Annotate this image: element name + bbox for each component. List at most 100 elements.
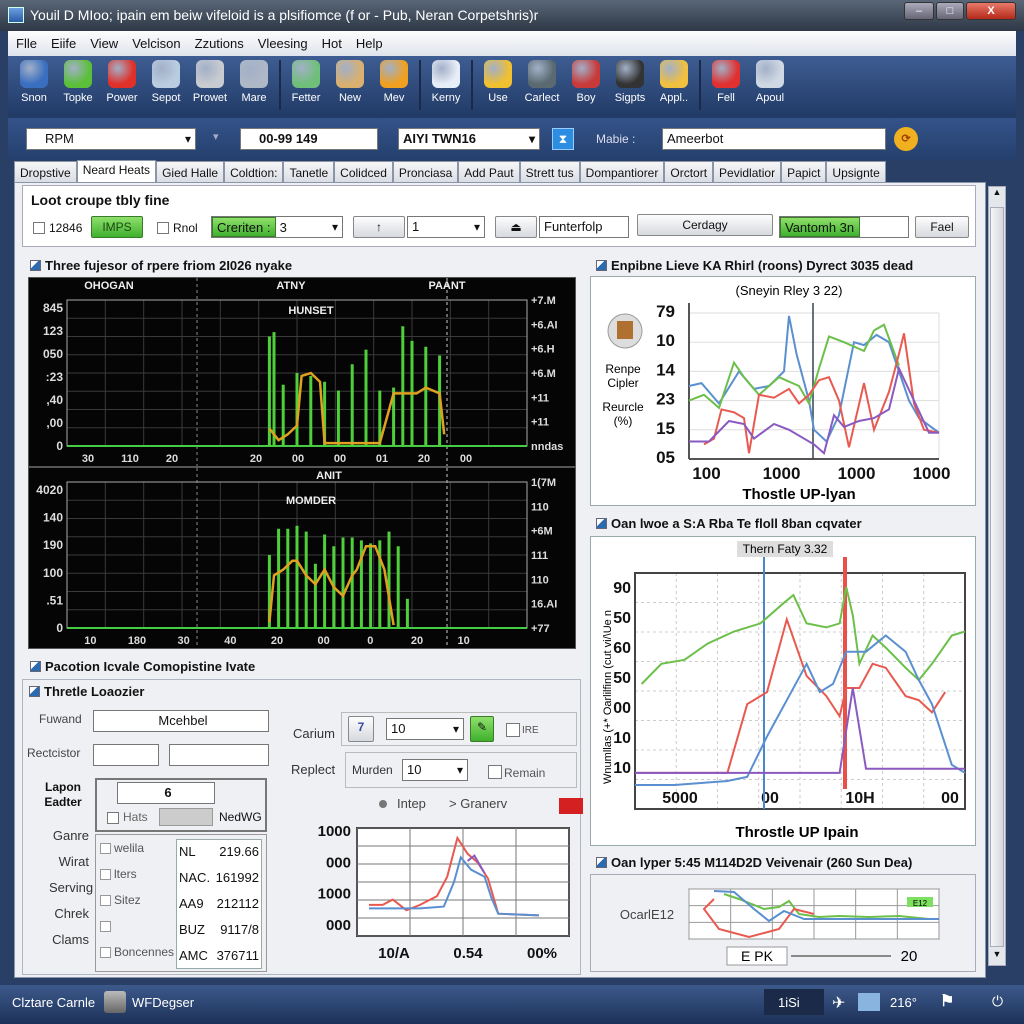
menu-flle[interactable]: Flle xyxy=(16,36,37,51)
tab-coldtion[interactable]: Coldtion: xyxy=(224,161,284,183)
taskbar-app[interactable]: WFDegser xyxy=(132,995,194,1010)
slider-left-label: E PK xyxy=(741,948,774,964)
eject-button[interactable]: ⏏ xyxy=(495,216,537,238)
search-input[interactable]: Ameerbot xyxy=(662,128,886,150)
toolbar-button-sigpts[interactable]: Sigpts xyxy=(608,56,652,104)
list-item[interactable]: Sitez xyxy=(100,893,170,919)
fael-button[interactable]: Fael xyxy=(915,216,969,238)
color-swatch[interactable] xyxy=(559,798,583,814)
hats-checkbox[interactable] xyxy=(107,812,119,824)
checkbox-rnol[interactable] xyxy=(157,222,169,234)
murden-select[interactable]: 10 xyxy=(402,759,468,781)
scroll-up-icon[interactable]: ▲ xyxy=(989,187,1005,203)
status-field[interactable]: Vantomh 3n xyxy=(779,216,909,238)
lapon-field[interactable]: 6 xyxy=(117,782,215,804)
app-taskbar-icon[interactable] xyxy=(104,991,126,1013)
close-button[interactable]: X xyxy=(966,2,1016,20)
menu-zzutions[interactable]: Zzutions xyxy=(195,36,244,51)
menu-view[interactable]: View xyxy=(90,36,118,51)
list-checkbox[interactable] xyxy=(100,947,111,958)
vertical-scrollbar[interactable]: ▲ ▼ xyxy=(988,186,1006,966)
list-item[interactable] xyxy=(100,919,170,945)
minimize-button[interactable]: – xyxy=(904,2,934,20)
cerdagy-button[interactable]: Cerdagy xyxy=(637,214,773,236)
mode-select[interactable]: AIYI TWN16 xyxy=(398,128,540,150)
side-label: Wirat xyxy=(58,854,89,869)
toolbar-button-snon[interactable]: Snon xyxy=(12,56,56,104)
scroll-down-icon[interactable]: ▼ xyxy=(989,949,1005,965)
list-checkbox[interactable] xyxy=(100,921,111,932)
list-item[interactable]: Boncennes xyxy=(100,945,174,971)
toolbar-button-fetter[interactable]: Fetter xyxy=(284,56,328,104)
toolbar-button-mev[interactable]: Mev xyxy=(372,56,416,104)
fuwand-field[interactable]: Mcehbel xyxy=(93,710,269,732)
ire-checkbox[interactable] xyxy=(506,723,520,737)
power-icon[interactable]: ⏻ xyxy=(992,993,1003,1010)
filter-field[interactable]: Funterfolp xyxy=(539,216,629,238)
tab-papict[interactable]: Papict xyxy=(781,161,827,183)
start-button[interactable]: Clztare Carnle xyxy=(12,995,95,1010)
network-icon[interactable]: ✈ xyxy=(832,993,845,1013)
carium-select[interactable]: 10 xyxy=(386,718,464,740)
tab-addpaut[interactable]: Add Paut xyxy=(458,161,520,183)
menu-hot[interactable]: Hot xyxy=(322,36,342,51)
rectcistor-field-2[interactable] xyxy=(169,744,269,766)
list-checkbox[interactable] xyxy=(100,869,111,880)
toolbar-button-topke[interactable]: Topke xyxy=(56,56,100,104)
tab-stretttus[interactable]: Strett tus xyxy=(519,161,580,183)
section-heading: Oan lyper 5:45 M114D2D Veivenair (260 Su… xyxy=(596,855,912,870)
pen-icon xyxy=(64,60,92,88)
toolbar-button-sepot[interactable]: Sepot xyxy=(144,56,188,104)
toolbar-button-kerny[interactable]: Kerny xyxy=(424,56,468,104)
remain-label: Remain xyxy=(504,766,546,780)
menu-velcison[interactable]: Velcison xyxy=(132,36,180,51)
toolbar-button-appl[interactable]: Appl.. xyxy=(652,56,696,104)
tab-dropstive[interactable]: Dropstive xyxy=(14,161,77,183)
toolbar-button-power[interactable]: Power xyxy=(100,56,144,104)
remain-checkbox[interactable] xyxy=(488,765,502,779)
tab-pronciasa[interactable]: Pronciasa xyxy=(392,161,459,183)
criterion-select[interactable]: Creriten : 3 xyxy=(211,216,343,238)
tab-orctort[interactable]: Orctort xyxy=(664,161,714,183)
toolbar-button-use[interactable]: Use xyxy=(476,56,520,104)
list-checkbox[interactable] xyxy=(100,895,111,906)
toolbar-button-boy[interactable]: Boy xyxy=(564,56,608,104)
tab-colidced[interactable]: Colidced xyxy=(334,161,393,183)
list-checkbox[interactable] xyxy=(100,843,111,854)
toolbar-button-mare[interactable]: Mare xyxy=(232,56,276,104)
maximize-button[interactable]: □ xyxy=(936,2,964,20)
y-tick-label: 000 xyxy=(326,854,351,871)
menu-vleesing[interactable]: Vleesing xyxy=(258,36,308,51)
seven-button[interactable]: 7 xyxy=(348,716,374,742)
checkbox-12846[interactable] xyxy=(33,222,45,234)
scroll-thumb[interactable] xyxy=(990,207,1004,947)
edit-icon[interactable]: ✎ xyxy=(470,716,494,742)
toolbar-button-carlect[interactable]: Carlect xyxy=(520,56,564,104)
tab-giedhalle[interactable]: Gied Halle xyxy=(156,161,225,183)
hats-slider[interactable] xyxy=(159,808,213,826)
menu-eiife[interactable]: Eiife xyxy=(51,36,76,51)
toolbar-button-fell[interactable]: Fell xyxy=(704,56,748,104)
rpm-select[interactable]: RPM xyxy=(26,128,196,150)
range-field[interactable]: 00-99 149 xyxy=(240,128,378,150)
tab-upsignte[interactable]: Upsignte xyxy=(826,161,886,183)
tab-dompantiorer[interactable]: Dompantiorer xyxy=(579,161,665,183)
flag-icon[interactable]: ⚑ xyxy=(940,991,954,1011)
tab-tanetle[interactable]: Tanetle xyxy=(283,161,335,183)
toolbar-button-apoul[interactable]: Apoul xyxy=(748,56,792,104)
monitor-icon[interactable] xyxy=(858,993,880,1011)
toolbar-button-prowet[interactable]: Prowet xyxy=(188,56,232,104)
toolbar-button-new[interactable]: New xyxy=(328,56,372,104)
tab-neardheats[interactable]: Neard Heats xyxy=(76,160,157,183)
list-item[interactable]: welila xyxy=(100,841,170,867)
spin-select[interactable]: 1 xyxy=(407,216,485,238)
tab-pevidlatior[interactable]: Pevidlatior xyxy=(713,161,782,183)
imps-button[interactable]: IMPS xyxy=(91,216,143,238)
up-arrow-button[interactable]: ↑ xyxy=(353,216,405,238)
hourglass-icon[interactable]: ⧗ xyxy=(552,128,574,150)
menu-help[interactable]: Help xyxy=(356,36,383,51)
dropdown-arrow-icon[interactable]: ▾ xyxy=(213,130,219,143)
list-item[interactable]: lters xyxy=(100,867,170,893)
go-icon[interactable]: ⟳ xyxy=(894,127,918,151)
rectcistor-field-1[interactable] xyxy=(93,744,159,766)
